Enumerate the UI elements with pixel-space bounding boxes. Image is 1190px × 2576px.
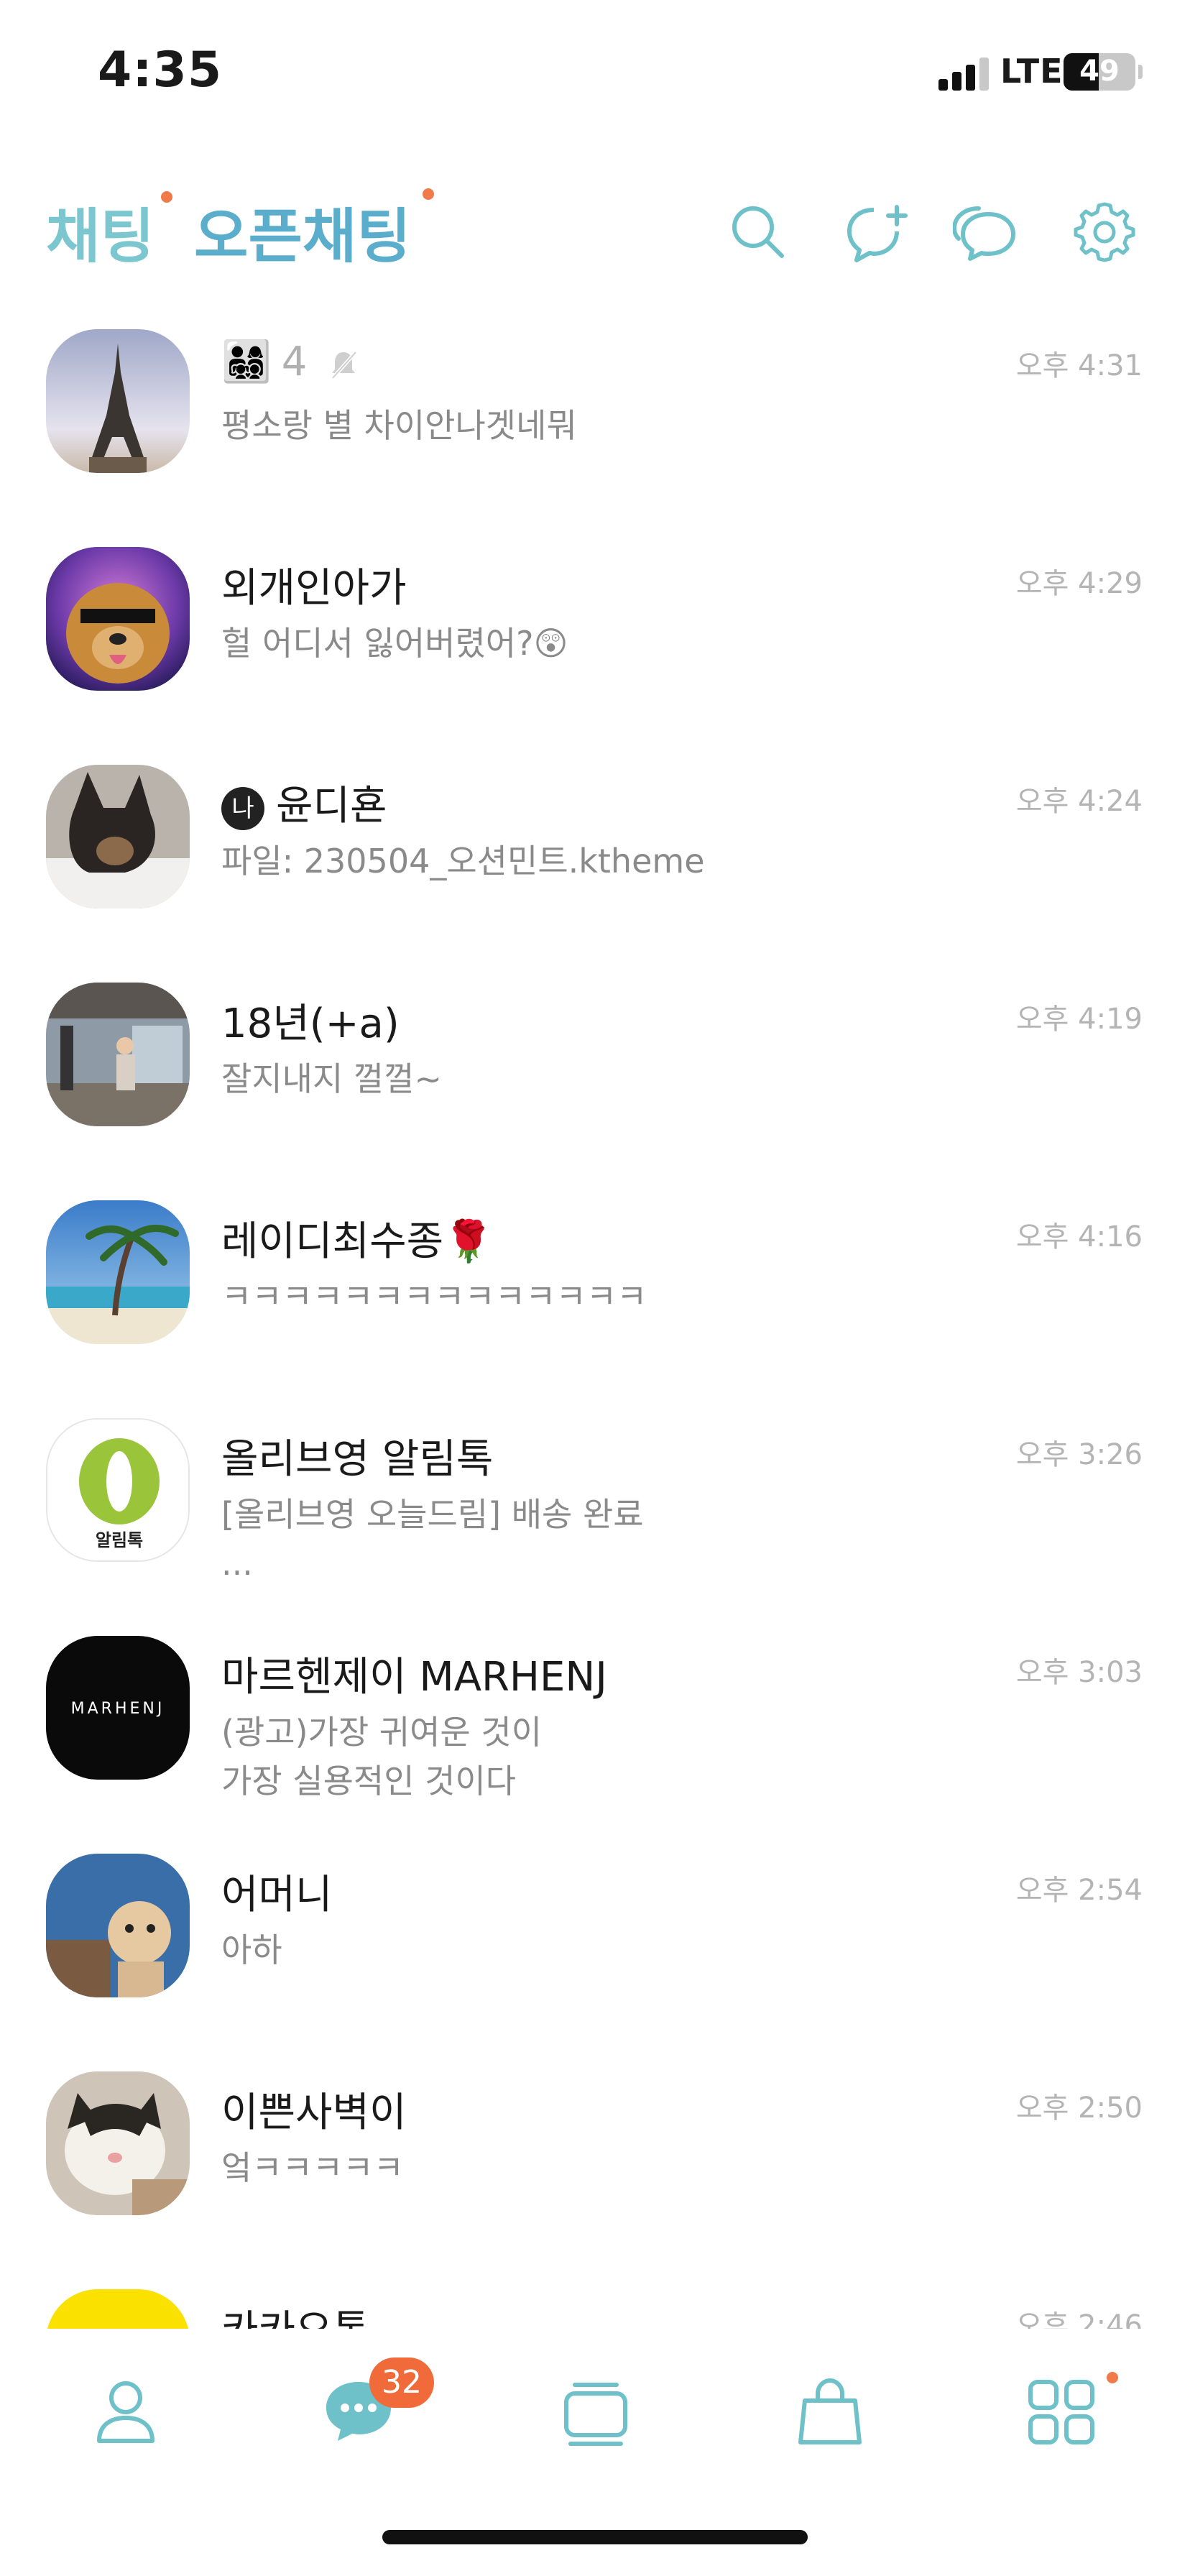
chat-row[interactable]: 카카오톡 오후 2:46 — [0, 2276, 1190, 2329]
svg-text:MARHENJ: MARHENJ — [71, 1700, 165, 1718]
chat-name: 외개인아가 — [221, 565, 407, 612]
avatar — [46, 983, 190, 1126]
chat-row[interactable]: 이쁜사벽이 엌ㅋㅋㅋㅋㅋ 오후 2:50 — [0, 2058, 1190, 2276]
chat-row[interactable]: 외개인아가 헐 어디서 잃어버렸어?😲 오후 4:29 — [0, 534, 1190, 752]
chat-row[interactable]: MARHENJ 마르헨제이 MARHENJ (광고)가장 귀여운 것이 가장 실… — [0, 1623, 1190, 1841]
more-icon[interactable] — [1022, 2372, 1101, 2451]
home-indicator — [382, 2530, 808, 2544]
chat-unread-badge: 32 — [369, 2358, 434, 2408]
chat-preview: 잘지내지 껄껄~ — [221, 1059, 443, 1098]
chat-time: 오후 4:24 — [1015, 785, 1143, 818]
chat-preview: 파일: 230504_오션민트.ktheme — [221, 842, 705, 880]
svg-text:알림톡: 알림톡 — [96, 1530, 143, 1550]
chat-preview: [올리브영 오늘드림] 배송 완료 ... — [221, 1495, 644, 1583]
chat-row[interactable]: 알림톡 올리브영 알림톡 [올리브영 오늘드림] 배송 완료 ... 오후 3:… — [0, 1405, 1190, 1623]
chat-time: 오후 4:29 — [1015, 567, 1143, 600]
battery-percent: 49 — [1079, 55, 1120, 88]
chat-name: 올리브영 알림톡 — [221, 1436, 494, 1483]
status-time: 4:35 — [98, 42, 223, 98]
shopping-icon[interactable] — [790, 2372, 870, 2451]
chat-time: 오후 3:03 — [1015, 1656, 1143, 1689]
chat-row[interactable]: 레이디최수종🌹 ㅋㅋㅋㅋㅋㅋㅋㅋㅋㅋㅋㅋㅋㅋ 오후 4:16 — [0, 1187, 1190, 1405]
view-icon[interactable] — [556, 2372, 635, 2451]
friends-icon[interactable] — [86, 2372, 165, 2451]
tab-openchat-new-dot — [423, 188, 434, 200]
member-count: 4 — [281, 339, 308, 385]
avatar: 알림톡 — [46, 1418, 190, 1562]
chat-name: 이쁜사벽이 — [221, 2089, 407, 2136]
chat-row[interactable]: 어머니 아하 오후 2:54 — [0, 1841, 1190, 2058]
chat-time: 오후 2:46 — [1015, 2309, 1143, 2329]
avatar — [46, 1854, 190, 1997]
tab-chats-new-dot — [161, 191, 172, 203]
chat-row[interactable]: 나 윤디횬 파일: 230504_오션민트.ktheme 오후 4:24 — [0, 752, 1190, 970]
new-chat-icon[interactable] — [845, 200, 910, 264]
chat-time: 오후 4:19 — [1015, 1003, 1143, 1036]
header: 채팅 오픈채팅 — [0, 172, 1190, 280]
chat-preview: (광고)가장 귀여운 것이 가장 실용적인 것이다 — [221, 1713, 543, 1800]
chat-name: 카카오톡 — [221, 2298, 369, 2329]
chat-row[interactable]: 👨‍👩‍👧‍👦 4 평소랑 별 차이안나겟네뭐 오후 4:31 — [0, 316, 1190, 534]
chat-name: 어머니 — [221, 1872, 333, 1918]
avatar — [46, 1200, 190, 1344]
settings-icon[interactable] — [1072, 200, 1137, 264]
chat-list: 👨‍👩‍👧‍👦 4 평소랑 별 차이안나겟네뭐 오후 4:31 외개인아가 헐 어… — [0, 316, 1190, 2329]
chat-time: 오후 2:54 — [1015, 1874, 1143, 1907]
status-bar: 4:35 LTE 49 — [0, 0, 1190, 144]
battery-icon: 49 — [1064, 53, 1135, 91]
chat-name: 레이디최수종🌹 — [221, 1218, 494, 1265]
chat-preview: 평소랑 별 차이안나겟네뭐 — [221, 406, 577, 445]
chat-time: 오후 2:50 — [1015, 2092, 1143, 2125]
avatar — [46, 329, 190, 473]
chat-preview: 아하 — [221, 1931, 282, 1969]
mute-icon — [331, 351, 358, 380]
avatar — [46, 547, 190, 691]
chat-name: 18년(+a) — [221, 1000, 400, 1047]
me-badge: 나 — [221, 786, 264, 830]
avatar — [46, 2071, 190, 2215]
battery-tip — [1138, 65, 1143, 79]
chat-preview: 엌ㅋㅋㅋㅋㅋ — [221, 2148, 404, 2187]
more-new-dot — [1107, 2372, 1118, 2383]
openchat-icon[interactable] — [951, 200, 1018, 264]
avatar — [46, 2289, 190, 2329]
tab-openchat[interactable]: 오픈채팅 — [194, 188, 411, 274]
chat-time: 오후 4:31 — [1015, 349, 1143, 382]
chat-preview: 헐 어디서 잃어버렸어?😲 — [221, 624, 568, 663]
chat-time: 오후 4:16 — [1015, 1220, 1143, 1254]
signal-icon — [938, 58, 989, 91]
avatar — [46, 765, 190, 908]
chat-row[interactable]: 18년(+a) 잘지내지 껄껄~ 오후 4:19 — [0, 970, 1190, 1187]
tab-chats[interactable]: 채팅 — [46, 188, 154, 274]
search-icon[interactable] — [726, 200, 790, 264]
chat-name: 나 윤디횬 — [221, 773, 387, 832]
chat-name: 👨‍👩‍👧‍👦 4 — [221, 338, 360, 385]
chat-time: 오후 3:26 — [1015, 1438, 1143, 1471]
chat-name: 마르헨제이 MARHENJ — [221, 1654, 607, 1701]
chat-preview: ㅋㅋㅋㅋㅋㅋㅋㅋㅋㅋㅋㅋㅋㅋ — [221, 1277, 647, 1316]
network-type: LTE — [1000, 52, 1064, 91]
avatar: MARHENJ — [46, 1636, 190, 1780]
